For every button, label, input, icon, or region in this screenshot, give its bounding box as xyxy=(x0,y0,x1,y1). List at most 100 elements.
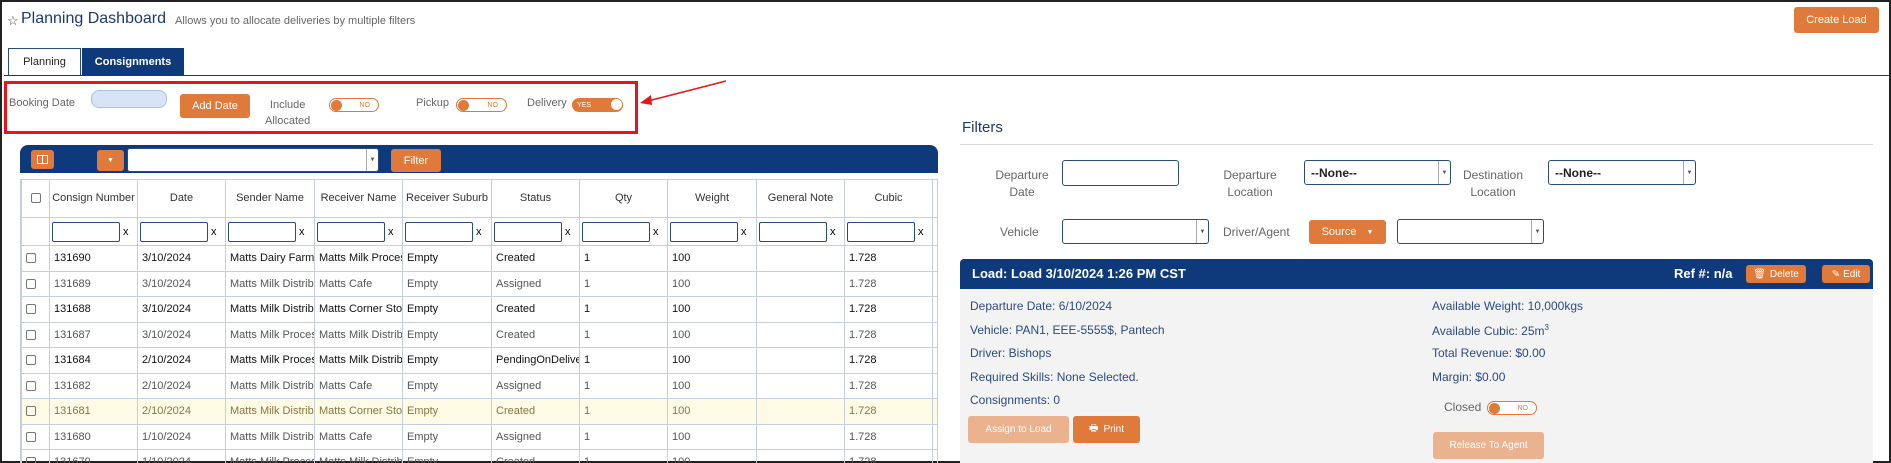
table-row[interactable]: 131681 2/10/2024 Matts Milk Distrib Matts C… xyxy=(21,398,937,425)
departure-location-select[interactable]: --None-- ▼ xyxy=(1304,160,1451,185)
destination-location-select[interactable]: --None-- ▼ xyxy=(1548,160,1696,185)
clear-filter-icon[interactable]: x xyxy=(211,226,217,238)
departure-date-input[interactable] xyxy=(1062,160,1179,186)
driver-agent-select[interactable]: ▼ xyxy=(1397,219,1544,244)
table-row[interactable]: 131687 3/10/2024 Matts Milk Proces Matts Mi… xyxy=(21,321,937,348)
clear-filter-icon[interactable]: x xyxy=(299,226,305,238)
clear-filter-icon[interactable]: x xyxy=(476,226,482,238)
table-row[interactable]: 131682 2/10/2024 Matts Milk Distrib Matts C… xyxy=(21,372,937,399)
header-sender-name[interactable]: Sender Name xyxy=(225,179,315,218)
table-row[interactable]: 131689 3/10/2024 Matts Milk Distrib Matts C… xyxy=(21,270,937,297)
table-cell: 2/10/2024 xyxy=(137,347,226,374)
column-filter-input[interactable] xyxy=(317,221,385,242)
column-filter-input[interactable] xyxy=(494,221,562,242)
edit-button[interactable]: ✎ Edit xyxy=(1822,265,1870,283)
header-receiver-name[interactable]: Receiver Name xyxy=(314,179,403,218)
column-filter-input[interactable] xyxy=(847,221,915,242)
driver-agent-label: Driver/Agent xyxy=(1223,225,1290,239)
clear-filter-icon[interactable]: x xyxy=(123,226,129,238)
assign-to-load-button[interactable]: Assign to Load xyxy=(968,416,1069,443)
header-qty[interactable]: Qty xyxy=(579,179,668,218)
table-row[interactable]: 131684 2/10/2024 Matts Milk Proces Matts Mi… xyxy=(21,347,937,374)
select-all-header[interactable] xyxy=(21,179,50,218)
filter-cell: x xyxy=(225,217,315,246)
closed-label: Closed xyxy=(1444,400,1482,414)
header-status[interactable]: Status xyxy=(491,179,580,218)
row-checkbox[interactable] xyxy=(26,431,36,442)
table-cell: Matts Milk Distrib xyxy=(225,398,315,425)
header-date[interactable]: Date xyxy=(137,179,226,218)
tab-consignments[interactable]: Consignments xyxy=(82,48,184,75)
caret-down-icon: ▼ xyxy=(107,157,114,164)
table-row[interactable]: 131680 1/10/2024 Matts Milk Distrib Matts C… xyxy=(21,423,937,450)
source-button[interactable]: Source ▼ xyxy=(1309,220,1386,244)
clear-filter-icon[interactable]: x xyxy=(565,226,571,238)
load-card-ref: Ref #: n/a xyxy=(1674,266,1733,281)
table-cell: 1 xyxy=(579,321,668,348)
required-skills-text: Required Skills: None Selected. xyxy=(970,370,1139,384)
consignment-grid: Consign Number Date Sender Name Receiver… xyxy=(20,179,938,463)
row-checkbox[interactable] xyxy=(26,457,36,463)
table-cell xyxy=(756,347,845,374)
table-cell: 3/10/2024 xyxy=(137,270,226,297)
row-spacer xyxy=(932,449,937,463)
row-checkbox[interactable] xyxy=(26,329,36,340)
column-filter-input[interactable] xyxy=(52,221,120,242)
create-load-button[interactable]: Create Load xyxy=(1794,7,1879,33)
grid-dropdown-button[interactable]: ▼ xyxy=(97,150,124,171)
select-all-checkbox[interactable] xyxy=(30,193,41,204)
table-row[interactable]: 131679 1/10/2024 Matts Milk Proces Matts Mi… xyxy=(21,449,937,463)
delete-button[interactable]: 🗑 Delete xyxy=(1746,265,1806,283)
row-checkbox[interactable] xyxy=(26,355,36,366)
column-filter-input[interactable] xyxy=(405,221,473,242)
row-checkbox-cell xyxy=(21,449,50,463)
row-checkbox[interactable] xyxy=(26,278,36,289)
row-checkbox[interactable] xyxy=(26,304,36,315)
column-chooser-button[interactable] xyxy=(31,150,54,169)
clear-filter-icon[interactable]: x xyxy=(388,226,394,238)
table-cell: 3/10/2024 xyxy=(137,296,226,323)
table-cell: Matts Milk Distrib xyxy=(225,296,315,323)
row-checkbox-cell xyxy=(21,245,50,272)
table-cell: 1 xyxy=(579,423,668,450)
row-checkbox-cell xyxy=(21,423,50,450)
table-cell: Assigned xyxy=(491,423,580,450)
table-cell xyxy=(756,321,845,348)
row-checkbox[interactable] xyxy=(26,380,36,391)
header-cubic[interactable]: Cubic xyxy=(844,179,933,218)
vehicle-text: Vehicle: PAN1, EEE-5555$, Pantech xyxy=(970,323,1165,337)
closed-toggle[interactable]: NO xyxy=(1487,401,1537,415)
source-label: Source xyxy=(1321,226,1357,238)
column-filter-input[interactable] xyxy=(670,221,738,242)
table-cell: Empty xyxy=(402,449,492,463)
table-cell: 1/10/2024 xyxy=(137,423,226,450)
column-filter-input[interactable] xyxy=(582,221,650,242)
table-row[interactable]: 131688 3/10/2024 Matts Milk Distrib Matts C… xyxy=(21,296,937,323)
grid-search-select[interactable]: ▼ xyxy=(127,148,379,172)
table-cell: Matts Corner Stor xyxy=(314,398,403,425)
header-receiver-suburb[interactable]: Receiver Suburb xyxy=(402,179,492,218)
tab-planning[interactable]: Planning xyxy=(8,48,81,75)
row-spacer xyxy=(932,296,937,323)
table-cell: Matts Dairy Farm xyxy=(225,245,315,272)
row-checkbox[interactable] xyxy=(26,253,36,264)
column-filter-input[interactable] xyxy=(759,221,827,242)
clear-filter-icon[interactable]: x xyxy=(741,226,747,238)
row-checkbox[interactable] xyxy=(26,406,36,417)
clear-filter-icon[interactable]: x xyxy=(653,226,659,238)
clear-filter-icon[interactable]: x xyxy=(918,226,924,238)
clear-filter-icon[interactable]: x xyxy=(830,226,836,238)
table-row[interactable]: 131690 3/10/2024 Matts Dairy Farm Matts Mil… xyxy=(21,245,937,272)
vehicle-select[interactable]: ▼ xyxy=(1062,219,1209,244)
column-filter-input[interactable] xyxy=(228,221,296,242)
star-icon[interactable]: ☆ xyxy=(7,13,19,29)
header-weight[interactable]: Weight xyxy=(667,179,757,218)
header-general-note[interactable]: General Note xyxy=(756,179,845,218)
column-filter-input[interactable] xyxy=(140,221,208,242)
table-cell: Empty xyxy=(402,423,492,450)
table-cell: 100 xyxy=(667,398,757,425)
release-to-agent-button[interactable]: Release To Agent xyxy=(1433,432,1544,459)
header-consign-number[interactable]: Consign Number xyxy=(49,179,138,218)
filter-button[interactable]: Filter xyxy=(391,149,441,172)
print-button[interactable]: 🖶 Print xyxy=(1073,416,1140,443)
